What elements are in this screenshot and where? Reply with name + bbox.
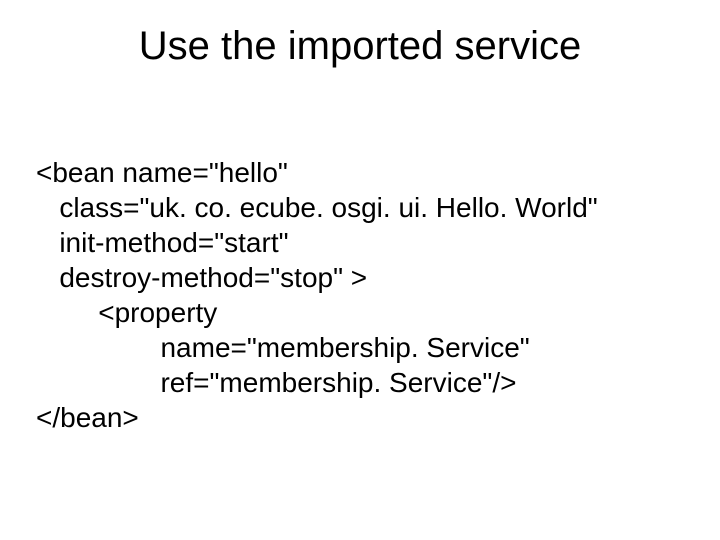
slide: Use the imported service <bean name="hel… [0,0,720,540]
code-line: <bean name="hello" [36,157,288,188]
code-block: <bean name="hello" class="uk. co. ecube.… [36,120,684,435]
code-line: destroy-method="stop" > [36,262,367,293]
code-line: <property [36,297,217,328]
code-line: ref="membership. Service"/> [36,367,516,398]
code-line: </bean> [36,402,139,433]
code-line: name="membership. Service" [36,332,530,363]
slide-title: Use the imported service [0,24,720,69]
code-line: class="uk. co. ecube. osgi. ui. Hello. W… [36,192,598,223]
code-line: init-method="start" [36,227,289,258]
